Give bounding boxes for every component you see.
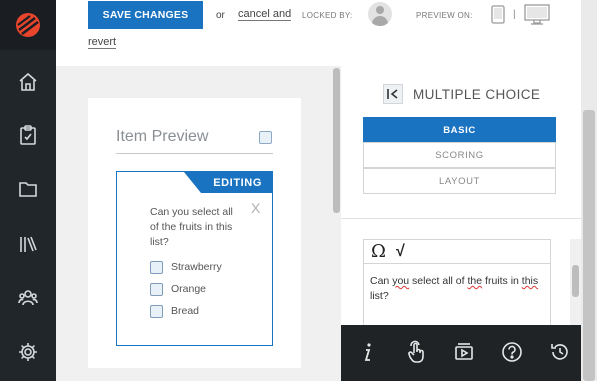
question-text: Can you select all of the fruits in this… bbox=[150, 206, 233, 248]
tab-scoring[interactable]: SCORING bbox=[363, 142, 556, 168]
editor-toolbar: Ω √ bbox=[364, 240, 550, 264]
app-logo[interactable] bbox=[0, 0, 56, 50]
tab-layout[interactable]: LAYOUT bbox=[363, 168, 556, 194]
page-scrollbar[interactable] bbox=[583, 110, 595, 381]
clipboard-icon bbox=[20, 125, 36, 145]
nav-settings[interactable] bbox=[0, 332, 56, 372]
item-preview-checkbox[interactable] bbox=[259, 131, 272, 144]
history-icon bbox=[551, 344, 568, 360]
editing-tag: EDITING bbox=[184, 172, 272, 193]
save-changes-button[interactable]: SAVE CHANGES bbox=[88, 1, 203, 29]
media-icon bbox=[455, 343, 473, 360]
math-formula-icon[interactable]: √ bbox=[396, 243, 405, 261]
option-checkbox[interactable] bbox=[150, 260, 163, 274]
divider bbox=[341, 218, 581, 219]
editor-text-part: list? bbox=[370, 290, 389, 302]
item-preview-card: Item Preview EDITING X Can you select al… bbox=[88, 98, 301, 368]
option-strawberry[interactable]: Strawberry bbox=[150, 260, 222, 274]
spellcheck-word: this bbox=[521, 275, 539, 287]
option-checkbox[interactable] bbox=[150, 282, 163, 296]
close-icon[interactable]: X bbox=[251, 200, 260, 216]
question-type-header: MULTIPLE CHOICE bbox=[383, 84, 540, 104]
help-button[interactable] bbox=[499, 339, 525, 365]
nav-library[interactable] bbox=[0, 224, 56, 264]
nav-assessments[interactable] bbox=[0, 115, 56, 155]
tab-basic[interactable]: BASIC bbox=[363, 117, 556, 143]
home-icon bbox=[19, 72, 37, 91]
option-bread[interactable]: Bread bbox=[150, 304, 199, 318]
locked-by-label: LOCKED BY: bbox=[302, 11, 353, 20]
spellcheck-word: the bbox=[467, 275, 483, 287]
editing-question-box[interactable]: EDITING X Can you select all of the frui… bbox=[116, 171, 273, 346]
option-label: Strawberry bbox=[171, 261, 222, 273]
spellcheck-word: you bbox=[392, 275, 410, 287]
bottom-toolbar bbox=[341, 325, 581, 381]
preview-scrollbar[interactable] bbox=[333, 68, 340, 213]
nav-files[interactable] bbox=[0, 169, 56, 209]
gear-icon bbox=[19, 343, 37, 361]
separator: | bbox=[513, 9, 516, 20]
revert-link[interactable]: revert bbox=[88, 36, 117, 49]
info-icon bbox=[364, 343, 371, 361]
left-nav bbox=[0, 0, 56, 381]
library-icon bbox=[20, 236, 37, 252]
collapse-panel-icon[interactable] bbox=[383, 84, 403, 104]
editor-content[interactable]: Can you select all of the fruits in this… bbox=[370, 274, 544, 304]
history-button[interactable] bbox=[547, 339, 573, 365]
or-text: or bbox=[216, 10, 225, 21]
question-type-title: MULTIPLE CHOICE bbox=[413, 86, 541, 102]
logo-icon bbox=[16, 13, 40, 37]
editor-text-part: select all of bbox=[409, 275, 468, 287]
item-preview-title: Item Preview bbox=[116, 128, 209, 145]
option-orange[interactable]: Orange bbox=[150, 282, 206, 296]
info-button[interactable] bbox=[355, 339, 381, 365]
editor-text-part: Can bbox=[370, 275, 393, 287]
touch-button[interactable] bbox=[403, 339, 429, 365]
divider bbox=[116, 153, 273, 154]
preview-on-label: PREVIEW ON: bbox=[416, 11, 473, 20]
option-label: Orange bbox=[171, 283, 207, 295]
nav-users[interactable] bbox=[0, 278, 56, 318]
avatar bbox=[368, 2, 392, 26]
editor-scrollbar[interactable] bbox=[572, 265, 579, 297]
editor-text-part: fruits in bbox=[482, 275, 522, 287]
desktop-icon[interactable] bbox=[524, 4, 550, 26]
special-characters-icon[interactable]: Ω bbox=[371, 241, 386, 262]
top-bar: SAVE CHANGES or cancel and revert LOCKED… bbox=[56, 0, 581, 66]
media-button[interactable] bbox=[451, 339, 477, 365]
option-checkbox[interactable] bbox=[150, 304, 163, 318]
users-icon bbox=[18, 290, 38, 306]
tablet-icon[interactable] bbox=[490, 5, 506, 25]
nav-home[interactable] bbox=[0, 62, 56, 102]
help-icon bbox=[502, 342, 522, 362]
folder-icon bbox=[19, 182, 37, 197]
touch-icon bbox=[408, 340, 424, 363]
cancel-link[interactable]: cancel and bbox=[238, 8, 292, 21]
option-label: Bread bbox=[171, 305, 200, 317]
